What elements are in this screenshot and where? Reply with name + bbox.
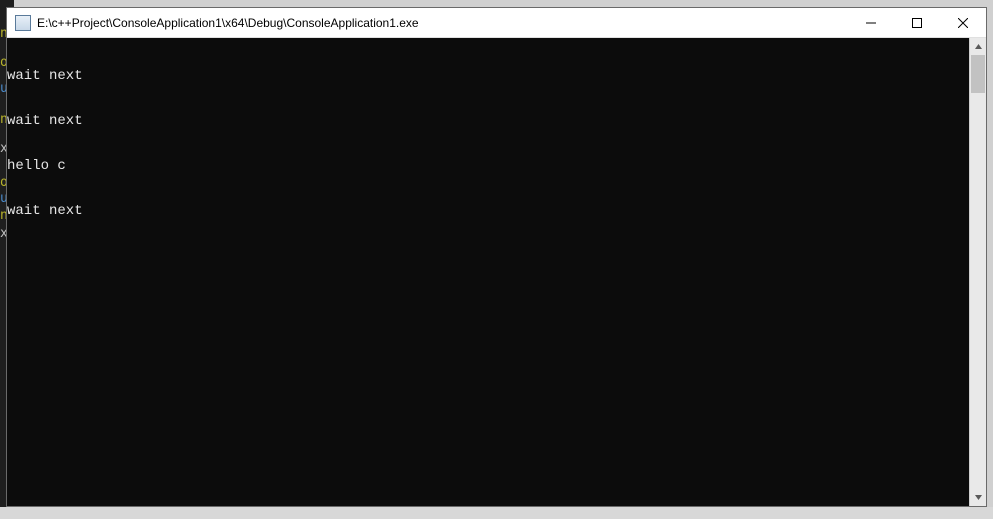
app-icon: [15, 15, 31, 31]
client-area: wait next wait next hello c wait next: [7, 38, 986, 506]
maximize-button[interactable]: [894, 8, 940, 37]
bottom-strip: [0, 507, 993, 519]
console-line: hello c: [7, 159, 969, 174]
close-button[interactable]: [940, 8, 986, 37]
console-line: wait next: [7, 114, 969, 129]
scroll-thumb[interactable]: [971, 55, 985, 93]
scroll-up-button[interactable]: [970, 38, 986, 55]
scroll-down-button[interactable]: [970, 489, 986, 506]
console-output[interactable]: wait next wait next hello c wait next: [7, 38, 969, 506]
scroll-track[interactable]: [970, 55, 986, 489]
minimize-button[interactable]: [848, 8, 894, 37]
vertical-scrollbar[interactable]: [969, 38, 986, 506]
titlebar[interactable]: E:\c++Project\ConsoleApplication1\x64\De…: [7, 8, 986, 38]
window-controls: [848, 8, 986, 37]
console-line: wait next: [7, 69, 969, 84]
console-line: wait next: [7, 204, 969, 219]
console-window: E:\c++Project\ConsoleApplication1\x64\De…: [6, 7, 987, 507]
window-title: E:\c++Project\ConsoleApplication1\x64\De…: [37, 16, 848, 30]
